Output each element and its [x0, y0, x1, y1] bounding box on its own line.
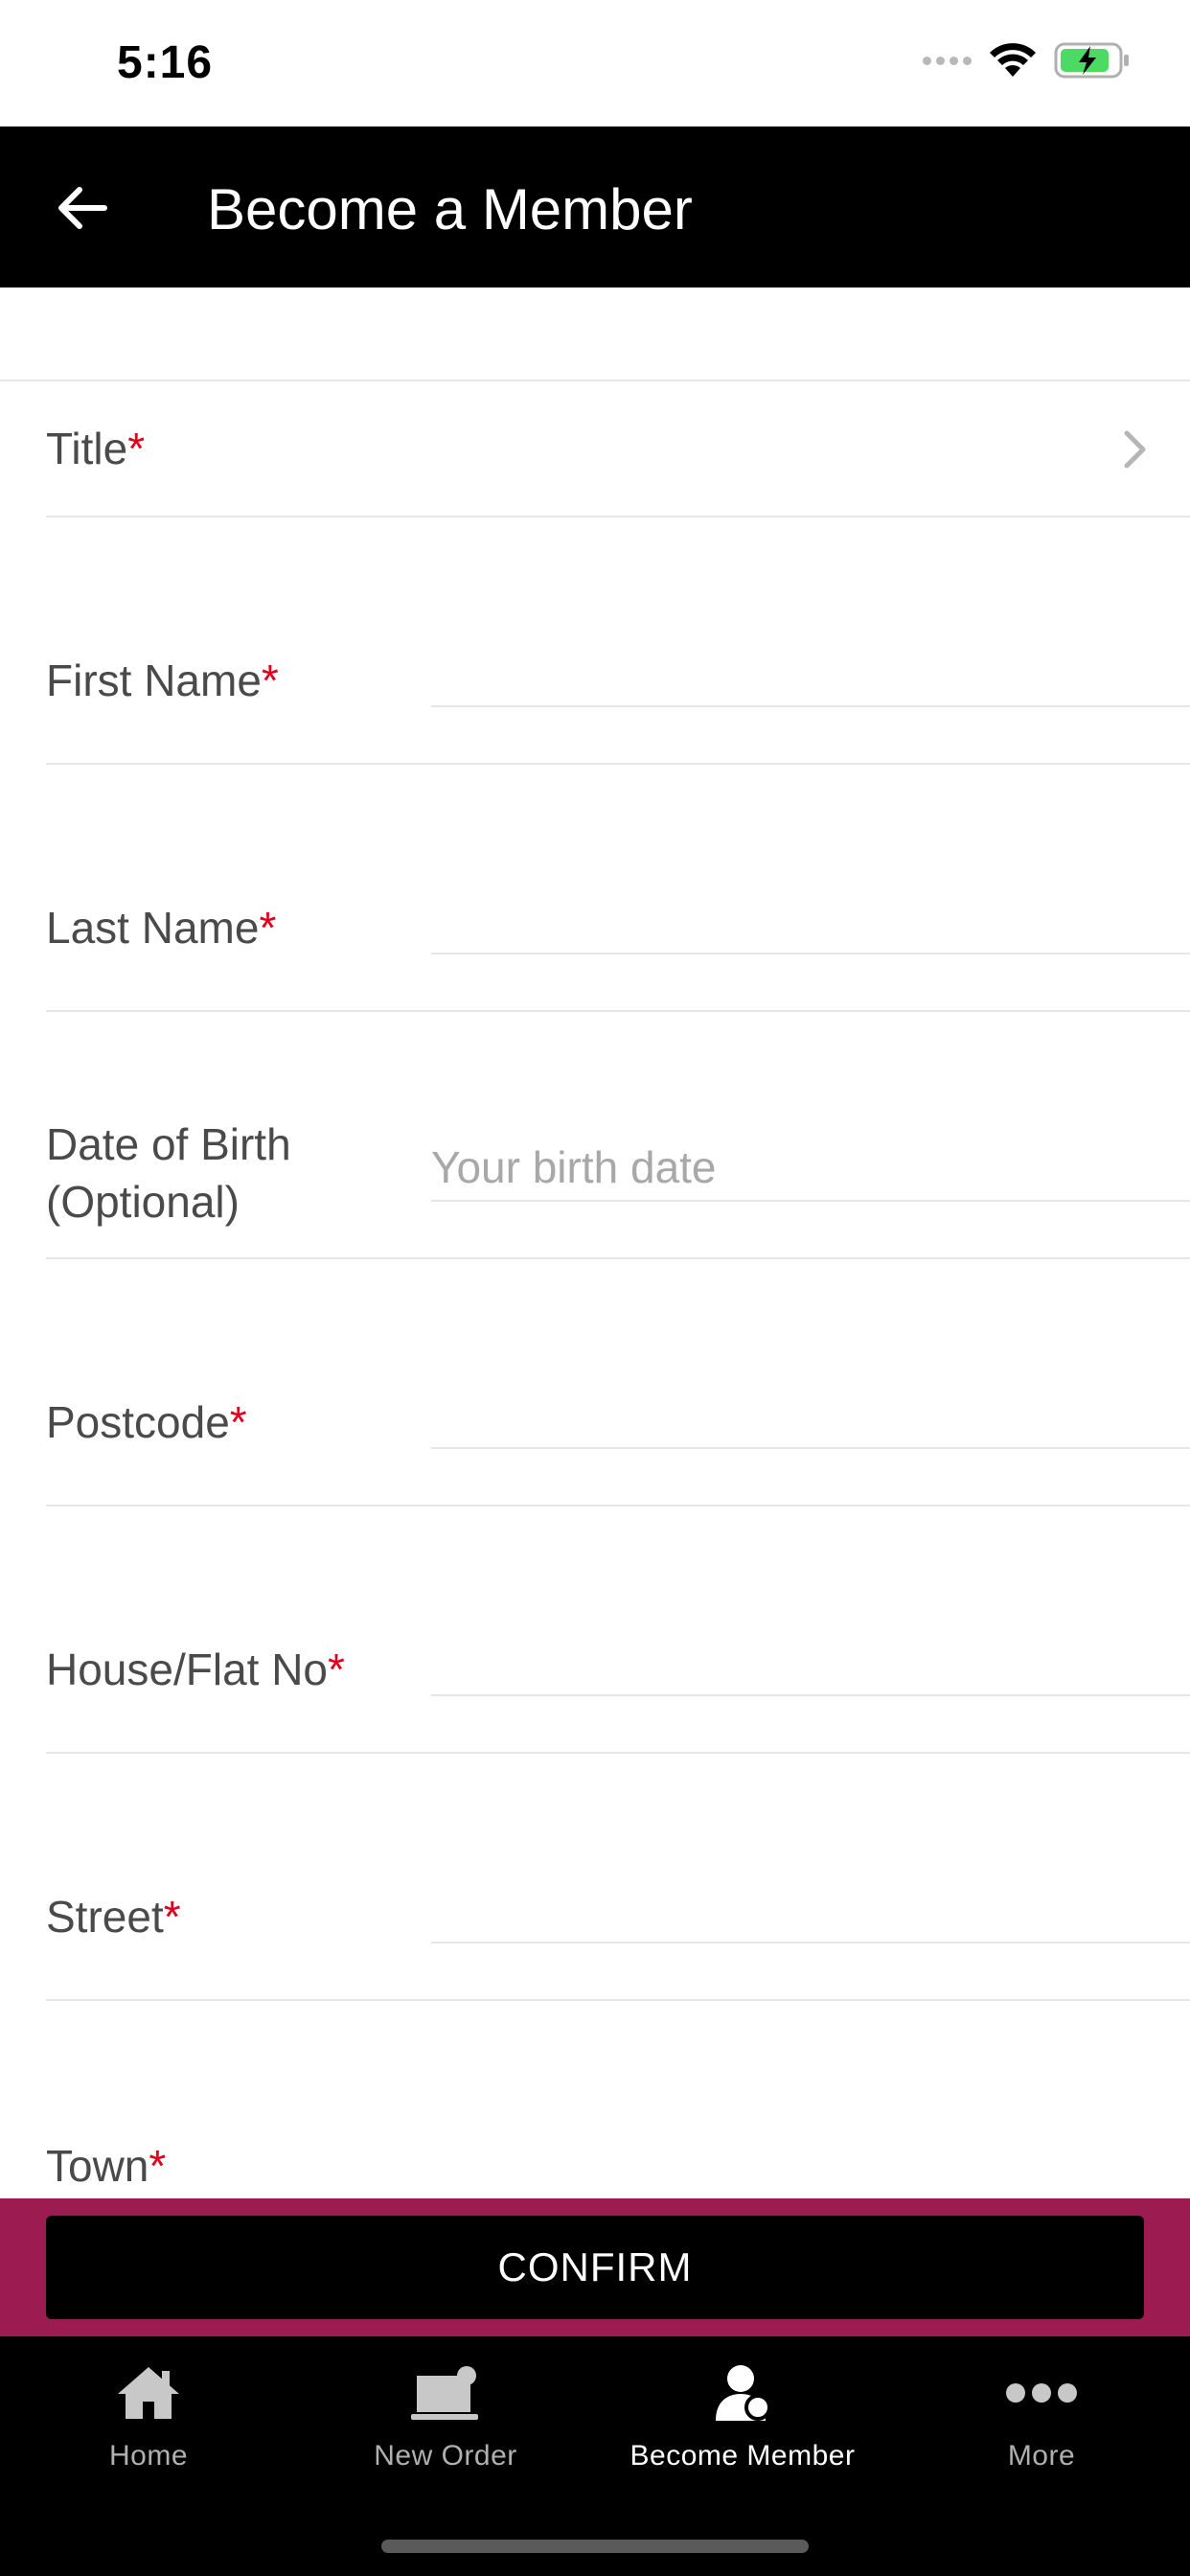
postcode-label: Postcode*	[46, 1397, 247, 1447]
street-label: Street*	[46, 1892, 181, 1942]
arrow-left-icon	[58, 187, 107, 229]
title-label: Title*	[46, 424, 146, 473]
tab-become-member[interactable]: Become Member	[594, 2336, 891, 2499]
dob-input[interactable]	[431, 1135, 1190, 1202]
back-button[interactable]	[48, 174, 115, 242]
page-title: Become a Member	[207, 177, 693, 242]
town-label: Town*	[46, 2141, 167, 2191]
title-row[interactable]: Title*	[46, 381, 1190, 518]
new-order-icon	[411, 2359, 480, 2426]
house-input[interactable]	[431, 1629, 1190, 1696]
chevron-right-icon	[1124, 430, 1146, 469]
postcode-input[interactable]	[431, 1382, 1190, 1449]
last-name-label: Last Name*	[46, 903, 277, 953]
battery-icon	[1054, 42, 1129, 79]
app-header: Become a Member	[0, 126, 1190, 288]
membership-form: Title* First Name* Last Name* Date of Bi…	[0, 288, 1190, 2198]
cellular-signal-icon	[923, 56, 972, 65]
status-icons	[923, 42, 1131, 79]
street-row: Street*	[46, 1754, 1190, 2001]
first-name-label: First Name*	[46, 656, 279, 705]
home-icon	[114, 2359, 183, 2426]
status-time: 5:16	[117, 37, 214, 88]
house-row: House/Flat No*	[46, 1506, 1190, 1754]
more-icon	[1005, 2359, 1078, 2426]
status-bar: 5:16	[0, 0, 1190, 126]
street-input[interactable]	[431, 1876, 1190, 1944]
last-name-row: Last Name*	[46, 765, 1190, 1012]
tab-home[interactable]: Home	[0, 2336, 297, 2499]
town-row: Town*	[46, 2001, 1190, 2198]
tab-more[interactable]: More	[893, 2336, 1190, 2499]
house-label: House/Flat No*	[46, 1644, 345, 1694]
last-name-input[interactable]	[431, 887, 1190, 954]
first-name-input[interactable]	[431, 640, 1190, 707]
dob-label: Date of Birth (Optional)	[46, 1119, 291, 1227]
home-indicator	[381, 2540, 809, 2553]
confirm-bar: CONFIRM	[0, 2198, 1190, 2336]
wifi-icon	[990, 43, 1036, 77]
postcode-row: Postcode*	[46, 1259, 1190, 1506]
first-name-row: First Name*	[46, 518, 1190, 765]
dob-row: Date of Birth (Optional)	[46, 1012, 1190, 1259]
tab-new-order[interactable]: New Order	[297, 2336, 594, 2499]
confirm-button[interactable]: CONFIRM	[46, 2216, 1144, 2319]
member-icon	[712, 2359, 773, 2426]
